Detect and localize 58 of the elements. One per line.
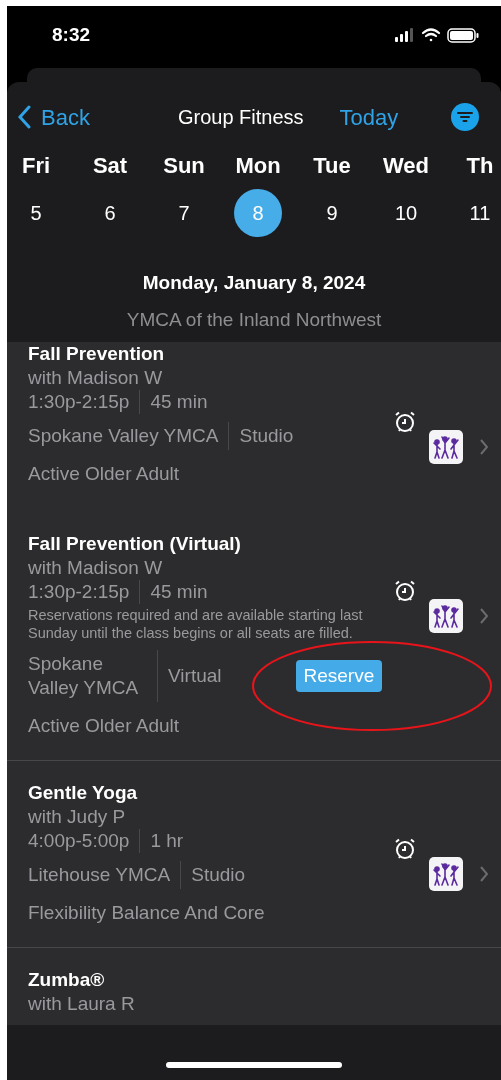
today-button[interactable]: Today <box>339 100 399 134</box>
room-text: Studio <box>190 863 246 887</box>
dancers-icon <box>429 599 463 633</box>
screen-title: Group Fitness <box>177 105 304 130</box>
date-button[interactable]: 10 <box>382 189 430 237</box>
date-button[interactable]: 5 <box>12 189 60 237</box>
category-text: Flexibility Balance And Core <box>28 901 266 925</box>
alarm-clock-icon[interactable] <box>393 410 417 434</box>
date-button[interactable]: 11 <box>456 189 501 237</box>
location-text: Spokane Valley YMCA <box>28 422 230 450</box>
battery-icon <box>447 27 479 43</box>
filter-icon <box>457 111 473 123</box>
status-time: 8:32 <box>52 22 91 47</box>
time-text: 1:30p-2:15p <box>28 390 141 414</box>
weekday-label: Th <box>466 153 494 179</box>
weekday-label: Tue <box>313 153 351 179</box>
date-button[interactable]: 7 <box>160 189 208 237</box>
instructor-text: with Laura R <box>28 992 136 1016</box>
date-heading: Monday, January 8, 2024 <box>141 271 367 295</box>
alarm-clock-icon[interactable] <box>393 579 417 603</box>
date-button[interactable]: 9 <box>308 189 356 237</box>
weekday-label: Mon <box>235 153 281 179</box>
location-text: Litehouse YMCA <box>28 861 182 889</box>
reservation-note: Reservations required and are available starting last Sunday until the class begins or all seats are filled. <box>28 606 364 642</box>
room-text: Virtual <box>167 664 222 688</box>
wifi-icon <box>421 28 441 42</box>
chevron-right-icon[interactable] <box>479 607 489 625</box>
instructor-text: with Madison W <box>28 556 164 580</box>
organization-text: YMCA of the Inland Northwest <box>125 307 383 332</box>
signal-icon <box>395 28 415 42</box>
time-text: 1:30p-2:15p <box>28 580 141 604</box>
weekday-label: Sat <box>92 153 128 179</box>
location-text: Spokane Valley YMCA <box>28 650 158 702</box>
duration-text: 1 hr <box>149 829 184 853</box>
class-title: Gentle Yoga <box>28 781 139 805</box>
chevron-right-icon[interactable] <box>479 865 489 883</box>
date-button[interactable]: 6 <box>86 189 134 237</box>
time-text: 4:00p-5:00p <box>28 829 141 853</box>
duration-text: 45 min <box>149 390 208 414</box>
alarm-clock-icon[interactable] <box>393 837 417 861</box>
back-button[interactable]: Back <box>17 100 90 134</box>
category-text: Active Older Adult <box>28 462 181 486</box>
weekday-label: Fri <box>21 153 51 179</box>
class-title: Fall Prevention (Virtual) <box>28 532 242 556</box>
weekday-label: Sun <box>163 153 205 179</box>
instructor-text: with Judy P <box>28 805 127 829</box>
dancers-icon <box>429 430 463 464</box>
class-title: Zumba® <box>28 968 106 992</box>
instructor-text: with Madison W <box>28 366 164 390</box>
chevron-right-icon[interactable] <box>479 438 489 456</box>
weekday-label: Wed <box>382 153 429 179</box>
filter-button[interactable] <box>451 103 479 131</box>
category-text: Active Older Adult <box>28 714 181 738</box>
back-chevron-icon <box>17 105 31 129</box>
duration-text: 45 min <box>149 580 208 604</box>
room-text: Studio <box>238 424 294 448</box>
dancers-icon <box>429 857 463 891</box>
class-title: Fall Prevention <box>28 342 166 366</box>
